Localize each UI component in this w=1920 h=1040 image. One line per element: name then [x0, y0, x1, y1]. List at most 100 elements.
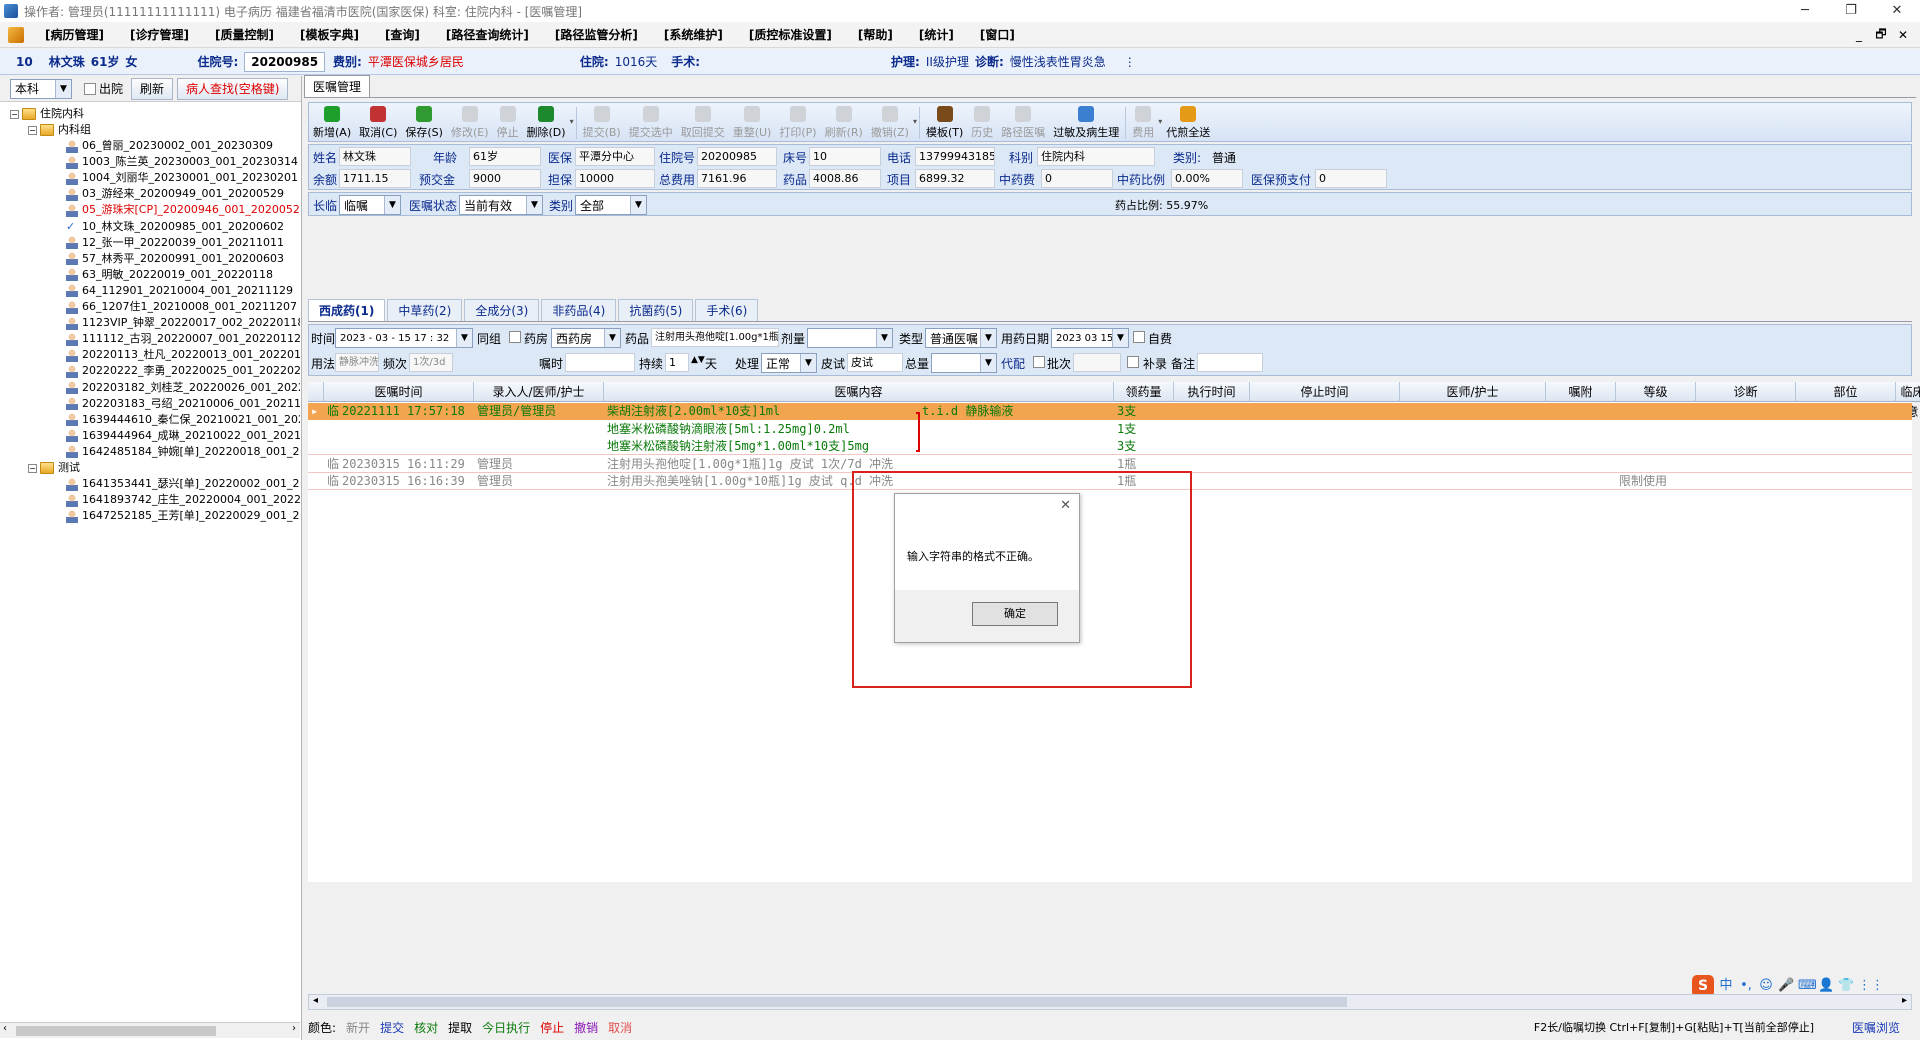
- toolbar-button[interactable]: 取消(C): [355, 103, 401, 140]
- tree-patient-item[interactable]: 1642485184_钟婉[单]_20220018_001_202: [66, 444, 300, 460]
- column-header[interactable]: 录入人/医师/护士: [474, 382, 604, 402]
- advice-input[interactable]: [565, 353, 635, 372]
- toolbar-button[interactable]: 修改(E): [447, 103, 493, 140]
- supplement-checkbox[interactable]: [1127, 356, 1139, 368]
- hospital-no[interactable]: 20200985: [244, 51, 326, 72]
- tree-patient-item[interactable]: 05_游珠宋[CP]_20200946_001_20200528: [66, 202, 300, 218]
- more-icon[interactable]: ⋮: [1124, 55, 1136, 69]
- tab-full-component[interactable]: 全成分(3): [464, 299, 540, 321]
- ime-chinese-icon[interactable]: 中: [1718, 978, 1734, 994]
- order-type-select[interactable]: 普通医嘱 ▼: [925, 328, 997, 348]
- ime-punctuation-icon[interactable]: •,: [1738, 978, 1754, 994]
- scroll-thumb[interactable]: [327, 997, 1347, 1007]
- table-row[interactable]: 地塞米松磷酸钠注射液[5mg*1.00ml*10支]5mg 3支: [308, 438, 1912, 455]
- column-header[interactable]: 执行时间: [1174, 382, 1250, 402]
- menu-item[interactable]: [模板字典]: [287, 26, 372, 43]
- tree-patient-item[interactable]: 57_林秀平_20200991_001_20200603: [66, 251, 284, 267]
- order-browse-link[interactable]: 医嘱浏览: [1852, 1019, 1900, 1036]
- column-header[interactable]: 领药量: [1114, 382, 1174, 402]
- toolbar-button[interactable]: 保存(S): [401, 103, 447, 140]
- ime-emoji-icon[interactable]: ☺: [1758, 978, 1774, 994]
- toolbar-button[interactable]: 历史: [967, 103, 997, 140]
- tree-patient-item[interactable]: 1004_刘丽华_20230001_001_20230201: [66, 170, 298, 186]
- skin-test-input[interactable]: 皮试: [847, 353, 903, 372]
- collapse-icon[interactable]: −: [28, 463, 37, 473]
- toolbar-button[interactable]: 撤销(Z): [867, 103, 913, 140]
- toolbar-button[interactable]: 重整(U): [729, 103, 776, 140]
- tree-patient-item[interactable]: 20220222_李勇_20220025_001_20220223: [66, 363, 300, 379]
- process-select[interactable]: 正常 ▼: [761, 353, 817, 373]
- tree-patient-item[interactable]: 63_明敏_20220019_001_20220118: [66, 267, 273, 283]
- medication-date-picker[interactable]: 2023 03 15 ▼: [1051, 328, 1129, 348]
- order-status-select[interactable]: 当前有效 ▼: [459, 195, 543, 215]
- tree-patient-item[interactable]: 12_张一甲_20220039_001_20211011: [66, 235, 284, 251]
- toolbar-button[interactable]: 费用: [1128, 103, 1158, 140]
- tree-group[interactable]: − 内科组: [28, 122, 91, 138]
- mdi-restore-button[interactable]: 🗗: [1870, 25, 1892, 46]
- scroll-left-icon[interactable]: ‹: [3, 1023, 7, 1034]
- menu-app-icon[interactable]: [8, 26, 24, 43]
- tree-patient-item[interactable]: 202203182_刘桂芝_20220026_001_2022032: [66, 380, 300, 396]
- menu-item[interactable]: [系统维护]: [651, 26, 736, 43]
- batch-input[interactable]: [1073, 353, 1121, 372]
- tab-antibiotic[interactable]: 抗菌药(5): [618, 299, 694, 321]
- tree-patient-item[interactable]: ✓ 10_林文珠_20200985_001_20200602: [66, 219, 284, 235]
- tree-patient-item[interactable]: 06_曾丽_20230002_001_20230309: [66, 138, 273, 154]
- toolbar-button[interactable]: 刷新(R): [821, 103, 867, 140]
- tree-patient-item[interactable]: 66_1207住1_20210008_001_20211207: [66, 299, 297, 315]
- patient-search-button[interactable]: 病人查找(空格键): [177, 77, 289, 100]
- scroll-thumb[interactable]: [16, 1026, 216, 1036]
- dose-select[interactable]: ▼: [807, 328, 893, 348]
- dropdown-arrow-icon[interactable]: ▾: [913, 103, 917, 126]
- column-header[interactable]: 医嘱内容: [604, 382, 1114, 402]
- column-header[interactable]: 医师/护士: [1400, 382, 1546, 402]
- toolbar-button[interactable]: 过敏及病生理: [1049, 103, 1123, 140]
- tree-root[interactable]: − 住院内科: [10, 106, 84, 122]
- toolbar-button[interactable]: 提交(B): [579, 103, 625, 140]
- ok-button[interactable]: 确定: [972, 602, 1058, 626]
- tab-herbal-medicine[interactable]: 中草药(2): [387, 299, 463, 321]
- tree-patient-item[interactable]: 1123VIP_钟翠_20220017_002_20220118: [66, 315, 300, 331]
- column-header[interactable]: 诊断: [1696, 382, 1796, 402]
- long-temp-select[interactable]: 临嘱 ▼: [339, 195, 401, 215]
- collapse-icon[interactable]: −: [10, 109, 19, 119]
- dept-select[interactable]: 本科 ▼: [10, 78, 72, 99]
- toolbar-button[interactable]: 模板(T): [922, 103, 967, 140]
- usage-input[interactable]: 静脉冲洗: [335, 353, 379, 372]
- column-header[interactable]: 嘱附: [1546, 382, 1616, 402]
- minimize-button[interactable]: ─: [1782, 0, 1828, 22]
- type-select[interactable]: 全部 ▼: [575, 195, 647, 215]
- frequency-input[interactable]: 1次/3d: [409, 353, 453, 372]
- menu-item[interactable]: [统计]: [906, 26, 967, 43]
- tab-order-management[interactable]: 医嘱管理: [304, 75, 371, 97]
- note-input[interactable]: [1197, 353, 1263, 372]
- toolbar-button[interactable]: 停止: [493, 103, 523, 140]
- column-header[interactable]: 医嘱时间: [324, 382, 474, 402]
- total-select[interactable]: ▼: [931, 353, 997, 373]
- menu-item[interactable]: [病历管理]: [32, 26, 117, 43]
- mdi-close-button[interactable]: ✕: [1892, 28, 1914, 42]
- row-indicator-header[interactable]: [308, 382, 324, 402]
- tree-group[interactable]: − 测试: [28, 460, 80, 476]
- pharmacy-select[interactable]: 西药房 ▼: [551, 328, 621, 348]
- maximize-button[interactable]: ❐: [1828, 0, 1874, 22]
- ime-keyboard-icon[interactable]: ⌨: [1798, 978, 1817, 994]
- menu-item[interactable]: [帮助]: [845, 26, 906, 43]
- column-header[interactable]: 停止时间: [1250, 382, 1400, 402]
- dispense-link[interactable]: 代配: [1001, 355, 1025, 372]
- tree-patient-item[interactable]: 1639444964_成琳_20210022_001_202112: [66, 428, 300, 444]
- ime-voice-icon[interactable]: 🎤: [1778, 978, 1794, 994]
- refresh-button[interactable]: 刷新: [131, 77, 174, 100]
- dialog-close-icon[interactable]: ✕: [1060, 498, 1071, 513]
- batch-checkbox[interactable]: [1033, 356, 1045, 368]
- tree-patient-item[interactable]: 1639444610_秦仁保_20210021_001_20211: [66, 412, 300, 428]
- tree-patient-item[interactable]: 1647252185_王芳[单]_20220029_001_202: [66, 508, 300, 524]
- grid-horizontal-scrollbar[interactable]: ◂ ▸: [308, 994, 1912, 1010]
- left-horizontal-scrollbar[interactable]: ‹ ›: [0, 1022, 300, 1038]
- toolbar-button[interactable]: 提交选中: [625, 103, 677, 140]
- tree-patient-item[interactable]: 202203183_弓绍_20210006_001_20211201: [66, 396, 300, 412]
- column-header[interactable]: 等级: [1616, 382, 1696, 402]
- ime-skin-icon[interactable]: 👕: [1838, 978, 1854, 994]
- tab-non-drug[interactable]: 非药品(4): [541, 299, 617, 321]
- menu-item[interactable]: [诊疗管理]: [117, 26, 202, 43]
